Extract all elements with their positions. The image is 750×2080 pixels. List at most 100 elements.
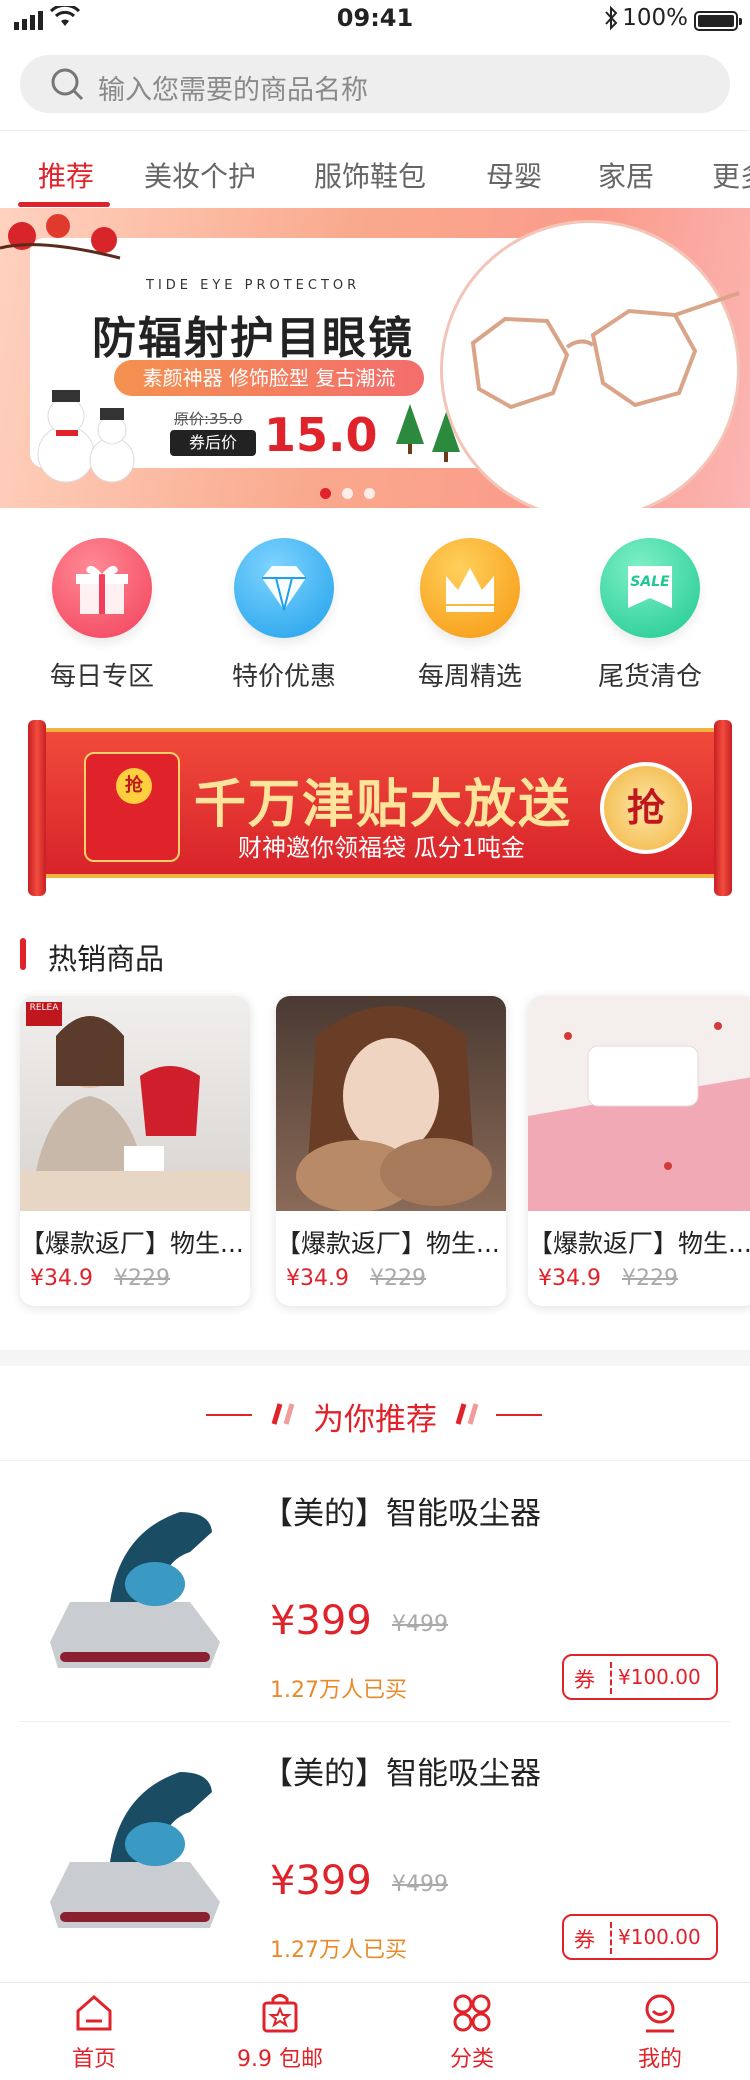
category-icon — [453, 1994, 491, 2032]
carousel-dot-active — [320, 488, 331, 499]
promo-banner[interactable]: 抢 千万津贴大放送 财神邀你领福袋 瓜分1吨金 抢 — [28, 720, 732, 896]
bluetooth-icon — [605, 5, 618, 31]
battery-icon — [694, 11, 742, 31]
profile-icon — [645, 1994, 675, 2033]
search-icon — [51, 68, 84, 101]
product-price: ¥34.9 — [286, 1266, 349, 1291]
bottom-nav: 首页 9.9 包邮 分类 我的 — [0, 1982, 750, 2080]
product-name: 【爆款返厂】物生... — [20, 1229, 244, 1258]
sale-tag-icon: SALE — [600, 538, 700, 638]
product-old-price: ¥229 — [114, 1266, 170, 1291]
recommend-title: 为你推荐 — [313, 1402, 437, 1438]
banner-product-circle — [440, 220, 740, 508]
product-image — [528, 996, 750, 1211]
status-bar: 09:41 100% — [0, 0, 750, 40]
product-price: ¥34.9 — [30, 1266, 93, 1291]
envelope-seal: 抢 — [116, 768, 152, 804]
tab-beauty[interactable]: 美妆个护 — [144, 155, 256, 195]
product-old-price: ¥499 — [392, 1872, 448, 1897]
carousel-dot — [364, 488, 375, 499]
search-input[interactable]: 输入您需要的商品名称 — [98, 68, 368, 107]
recommend-header: 为你推荐 — [0, 1392, 750, 1438]
crown-icon — [420, 538, 520, 638]
hot-product-card[interactable]: RELEA 【爆款返厂】物生... ¥34.9 ¥229 — [20, 996, 250, 1306]
slash-deco-icon — [455, 1403, 479, 1425]
divider — [0, 1460, 750, 1461]
nav-label: 分类 — [449, 2047, 494, 2072]
nav-home[interactable]: 首页 — [14, 1991, 174, 2073]
sold-count: 1.27万人已买 — [270, 1678, 407, 1703]
sold-count: 1.27万人已买 — [270, 1938, 407, 1963]
recommend-item[interactable]: 【美的】智能吸尘器 ¥399 ¥499 1.27万人已买 券 ¥100.00 — [0, 1462, 750, 1722]
category-weekly[interactable]: 每周精选 — [400, 538, 540, 693]
category-tabs: 推荐 美妆个护 服饰鞋包 母婴 家居 更多 — [0, 130, 750, 208]
brand-tag: RELEA — [26, 1002, 62, 1026]
coupon-button[interactable]: 券 ¥100.00 — [562, 1914, 718, 1960]
hero-banner[interactable]: TIDE EYE PROTECTOR 防辐射护目眼镜 素颜神器 修饰脸型 复古潮… — [0, 208, 750, 508]
banner-original-price: 原价:35.0 — [174, 410, 243, 428]
nav-profile[interactable]: 我的 — [580, 1991, 740, 2073]
section-marker — [20, 938, 26, 970]
banner-price: 15.0 — [264, 408, 378, 462]
search-bar[interactable]: 输入您需要的商品名称 — [20, 55, 730, 113]
tab-apparel[interactable]: 服饰鞋包 — [314, 155, 426, 195]
app-root: 09:41 100% 输入您需要的商品名称 推荐 美妆个护 服饰鞋包 母婴 家居… — [0, 0, 750, 2080]
promo-subtitle: 财神邀你领福袋 瓜分1吨金 — [238, 834, 525, 862]
tab-more[interactable]: 更多 — [712, 155, 750, 195]
battery-percent: 100% — [622, 5, 688, 31]
hot-product-card[interactable]: 【爆款返厂】物生... ¥34.9 ¥229 — [528, 996, 750, 1306]
product-old-price: ¥499 — [392, 1612, 448, 1637]
coupon-value: ¥100.00 — [618, 1665, 701, 1689]
product-name: 【爆款返厂】物生... — [528, 1229, 750, 1258]
hot-section-title: 热销商品 — [48, 942, 165, 976]
header-line-right — [496, 1414, 542, 1416]
coupon-separator — [610, 1922, 612, 1954]
category-clearance[interactable]: SALE 尾货清仓 — [580, 538, 720, 693]
red-envelope-icon: 抢 — [84, 752, 180, 862]
gift-icon — [52, 538, 152, 638]
nav-label: 首页 — [71, 2047, 116, 2072]
home-icon — [76, 1995, 112, 2031]
vacuum-product-image — [40, 1492, 230, 1682]
grab-button[interactable]: 抢 — [600, 762, 692, 854]
banner-tagline: 素颜神器 修饰脸型 复古潮流 — [114, 360, 424, 396]
product-image — [276, 996, 506, 1211]
scroll-roll-right — [714, 720, 732, 896]
product-price: ¥399 — [270, 1598, 372, 1644]
nav-label: 我的 — [637, 2047, 682, 2072]
banner-after-coupon-label: 券后价 — [170, 430, 256, 456]
scroll-roll-left — [28, 720, 46, 896]
coupon-value: ¥100.00 — [618, 1925, 701, 1949]
product-name: 【美的】智能吸尘器 — [262, 1756, 541, 1792]
sale-badge: SALE — [630, 574, 670, 590]
vacuum-product-image — [40, 1752, 230, 1942]
nav-category[interactable]: 分类 — [392, 1991, 552, 2073]
hot-product-card[interactable]: 【爆款返厂】物生... ¥34.9 ¥229 — [276, 996, 506, 1306]
coupon-separator — [610, 1662, 612, 1694]
nav-free-shipping[interactable]: 9.9 包邮 — [200, 1991, 360, 2073]
section-gap — [0, 1350, 750, 1366]
recommend-item[interactable]: 【美的】智能吸尘器 ¥399 ¥499 1.27万人已买 券 ¥100.00 — [0, 1722, 750, 1982]
coupon-button[interactable]: 券 ¥100.00 — [562, 1654, 718, 1700]
category-special[interactable]: 特价优惠 — [214, 538, 354, 693]
diamond-icon — [234, 538, 334, 638]
category-daily[interactable]: 每日专区 — [32, 538, 172, 693]
banner-en-text: TIDE EYE PROTECTOR — [146, 278, 361, 293]
promo-title: 千万津贴大放送 — [194, 775, 573, 835]
category-label: 每周精选 — [417, 662, 522, 692]
category-label: 尾货清仓 — [597, 662, 702, 692]
nav-label: 9.9 包邮 — [237, 2047, 323, 2072]
category-label: 每日专区 — [49, 662, 154, 692]
shopping-bag-icon — [262, 1994, 298, 2033]
tab-baby[interactable]: 母婴 — [486, 155, 542, 195]
product-name: 【爆款返厂】物生... — [276, 1229, 500, 1258]
glasses-icon — [470, 291, 740, 410]
carousel-dot — [342, 488, 353, 499]
product-price: ¥399 — [270, 1858, 372, 1904]
coupon-label: 券 — [574, 1668, 595, 1692]
flower-decoration-icon — [0, 208, 130, 268]
tab-recommend[interactable]: 推荐 — [38, 155, 94, 195]
tab-active-indicator — [18, 202, 110, 207]
tab-home[interactable]: 家居 — [598, 155, 654, 195]
product-name: 【美的】智能吸尘器 — [262, 1496, 541, 1532]
